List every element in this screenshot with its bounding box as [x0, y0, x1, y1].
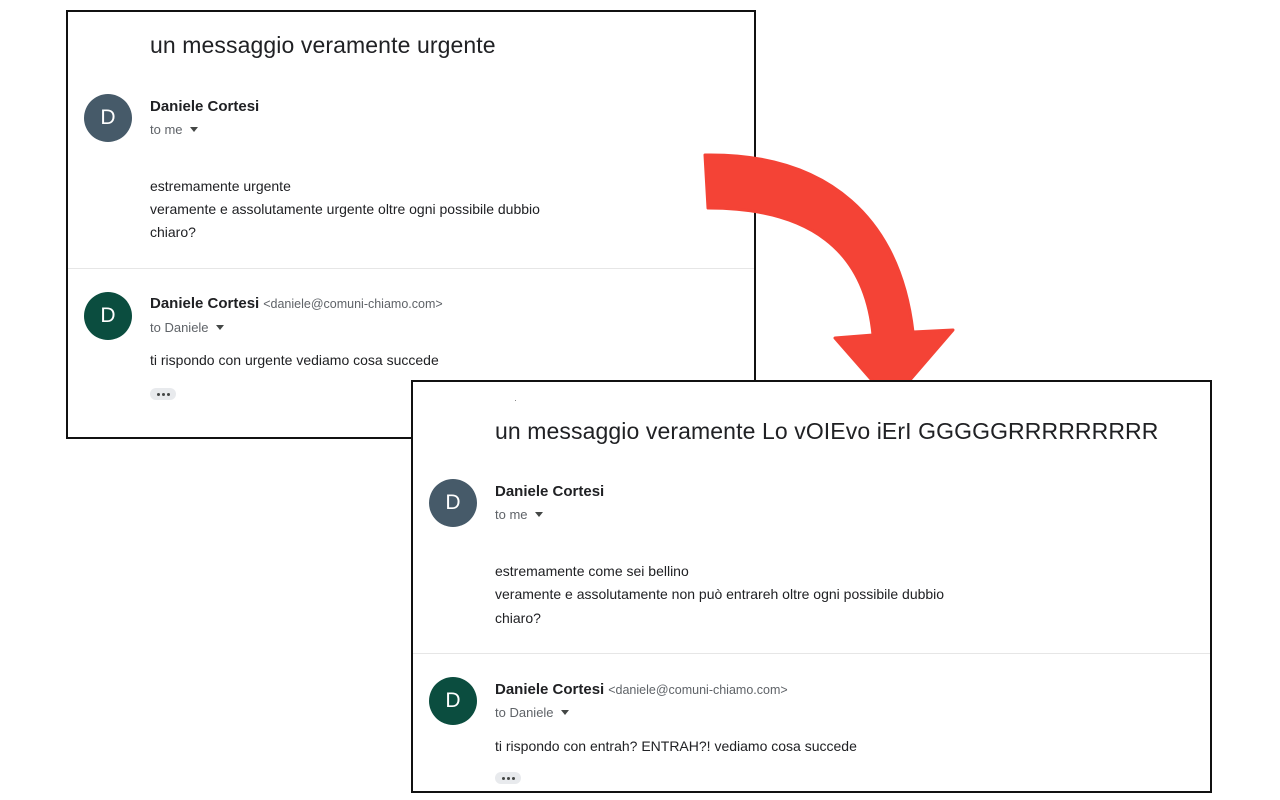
message-body-line: veramente e assolutamente non può entrar… [495, 586, 945, 602]
after-email-screenshot: un messaggio veramente Lo vOIEvo iErI GG… [411, 380, 1212, 793]
recipient-toggle[interactable]: to me [150, 122, 198, 137]
message-divider [68, 268, 754, 269]
sender-name[interactable]: Daniele Cortesi [150, 98, 259, 115]
sender-avatar[interactable]: D [84, 94, 132, 142]
reply-body: ti rispondo con urgente vediamo cosa suc… [150, 352, 439, 368]
caret-down-icon [560, 710, 569, 716]
message-body-line: estremamente urgente [150, 178, 291, 194]
caret-down-icon [215, 325, 224, 331]
reply-sender-name-text: Daniele Cortesi [495, 681, 605, 698]
reply-body: ti rispondo con entrah? ENTRAH?! vediamo… [495, 738, 857, 754]
more-horiz-icon [156, 392, 160, 396]
reply-recipient-label: to Daniele [150, 320, 209, 335]
recipient-toggle[interactable]: to me [495, 507, 543, 522]
reply-sender-name[interactable]: Daniele Cortesi <daniele@comuni-chiamo.co… [150, 295, 443, 312]
sender-name-text: Daniele Cortesi [495, 483, 605, 500]
reply-sender-name-text: Daniele Cortesi [150, 295, 260, 312]
message-body-line: chiaro? [150, 224, 196, 240]
reply-sender-avatar[interactable]: D [429, 677, 477, 725]
message-divider [413, 653, 1210, 654]
recipient-label: to me [495, 507, 528, 522]
caret-down-icon [534, 512, 543, 518]
email-subject: un messaggio veramente urgente [150, 32, 496, 58]
message-body-line: veramente e assolutamente urgente oltre … [150, 201, 540, 217]
more-horiz-icon [501, 776, 505, 780]
sender-name[interactable]: Daniele Cortesi [495, 483, 604, 500]
reply-recipient-toggle[interactable]: to Daniele [150, 320, 224, 335]
recipient-label: to me [150, 122, 183, 137]
reply-recipient-toggle[interactable]: to Daniele [495, 705, 569, 720]
reply-sender-email: <daniele@comuni-chiamo.com> [263, 297, 443, 311]
comparison-canvas: un messaggio veramente urgente D Daniele… [0, 0, 1280, 800]
reply-sender-avatar[interactable]: D [84, 292, 132, 340]
sender-avatar[interactable]: D [429, 479, 477, 527]
curved-arrow-icon [703, 153, 955, 404]
show-trimmed-content-button[interactable] [150, 388, 176, 400]
reply-sender-email: <daniele@comuni-chiamo.com> [608, 683, 788, 697]
show-trimmed-content-button[interactable] [495, 772, 521, 784]
message-body-line: chiaro? [495, 610, 541, 626]
message-body-line: estremamente come sei bellino [495, 563, 689, 579]
reply-sender-name[interactable]: Daniele Cortesi <daniele@comuni-chiamo.co… [495, 681, 788, 698]
caret-down-icon [189, 127, 198, 133]
speck [515, 400, 516, 401]
before-email-screenshot: un messaggio veramente urgente D Daniele… [66, 10, 756, 439]
sender-name-text: Daniele Cortesi [150, 98, 260, 115]
reply-recipient-label: to Daniele [495, 705, 554, 720]
email-subject: un messaggio veramente Lo vOIEvo iErI GG… [495, 418, 1159, 444]
